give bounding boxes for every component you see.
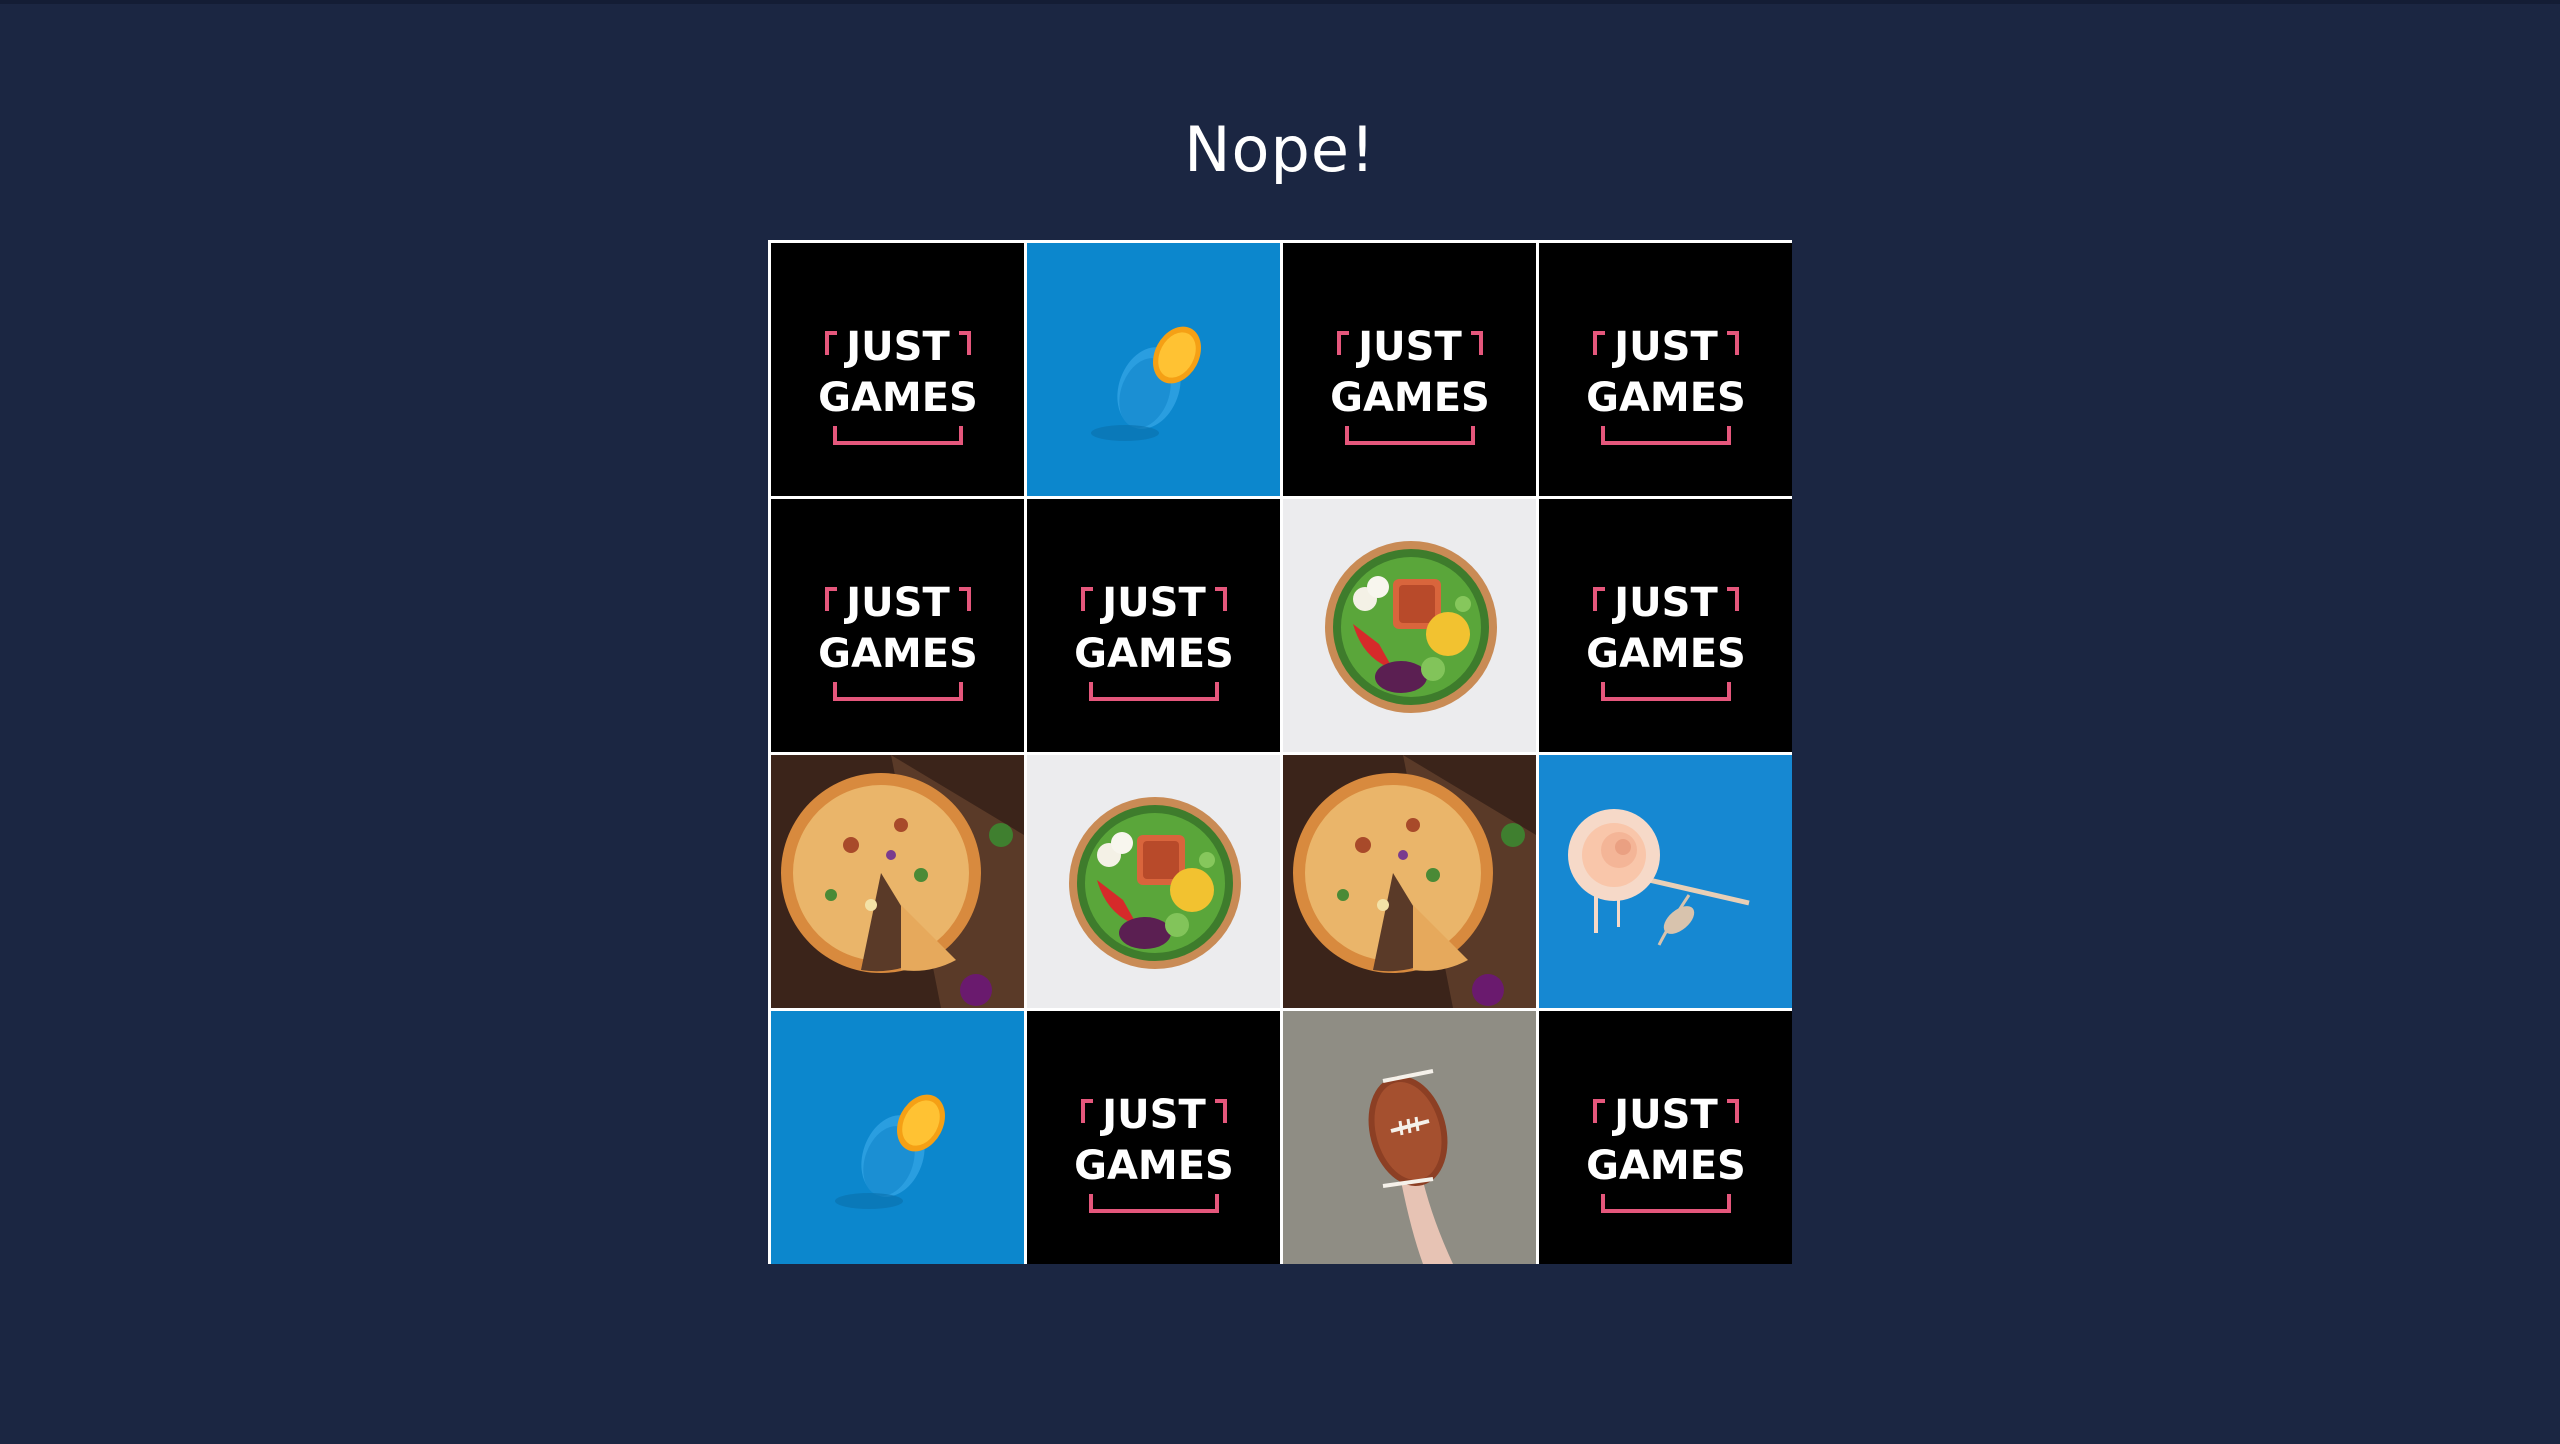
brand-line-2: GAMES <box>1330 375 1490 421</box>
top-border <box>0 0 2560 4</box>
brand-line-1: JUST <box>843 580 950 626</box>
just-games-logo-icon: JUST GAMES <box>1330 324 1490 445</box>
card-back[interactable]: JUST GAMES <box>1283 243 1536 496</box>
card-back[interactable]: JUST GAMES <box>1539 1011 1792 1264</box>
brand-line-2: GAMES <box>1586 1143 1746 1189</box>
brand-line-1: JUST <box>1099 1092 1206 1138</box>
brand-line-1: JUST <box>1611 1092 1718 1138</box>
orange-icon <box>1027 243 1280 496</box>
brand-line-2: GAMES <box>818 375 978 421</box>
brand-line-1: JUST <box>1099 580 1206 626</box>
just-games-logo-icon: JUST GAMES <box>1586 580 1746 701</box>
card-back[interactable]: JUST GAMES <box>1027 499 1280 752</box>
orange-icon <box>771 1011 1024 1264</box>
card-salad-bowl[interactable] <box>1283 499 1536 752</box>
card-football[interactable] <box>1283 1011 1536 1264</box>
just-games-logo-icon: JUST GAMES <box>818 580 978 701</box>
brand-line-1: JUST <box>843 324 950 370</box>
brand-line-1: JUST <box>1355 324 1462 370</box>
salad-bowl-icon <box>1027 755 1280 1008</box>
just-games-logo-icon: JUST GAMES <box>1586 324 1746 445</box>
just-games-logo-icon: JUST GAMES <box>1074 580 1234 701</box>
just-games-logo-icon: JUST GAMES <box>1586 1092 1746 1213</box>
salad-bowl-icon <box>1283 499 1536 752</box>
card-pizza[interactable] <box>771 755 1024 1008</box>
card-orange[interactable] <box>1027 243 1280 496</box>
brand-line-2: GAMES <box>1074 1143 1234 1189</box>
card-back[interactable]: JUST GAMES <box>771 243 1024 496</box>
card-back[interactable]: JUST GAMES <box>771 499 1024 752</box>
card-pizza[interactable] <box>1283 755 1536 1008</box>
card-rose[interactable] <box>1539 755 1792 1008</box>
pizza-icon <box>771 755 1024 1008</box>
pizza-icon <box>1283 755 1536 1008</box>
brand-line-1: JUST <box>1611 324 1718 370</box>
game-status-message: Nope! <box>1184 113 1376 186</box>
brand-line-2: GAMES <box>1586 631 1746 677</box>
just-games-logo-icon: JUST GAMES <box>1074 1092 1234 1213</box>
card-orange[interactable] <box>771 1011 1024 1264</box>
card-back[interactable]: JUST GAMES <box>1539 499 1792 752</box>
brand-line-2: GAMES <box>1074 631 1234 677</box>
just-games-logo-icon: JUST GAMES <box>818 324 978 445</box>
football-icon <box>1283 1011 1536 1264</box>
card-back[interactable]: JUST GAMES <box>1539 243 1792 496</box>
brand-line-1: JUST <box>1611 580 1718 626</box>
card-salad-bowl[interactable] <box>1027 755 1280 1008</box>
brand-line-2: GAMES <box>1586 375 1746 421</box>
brand-line-2: GAMES <box>818 631 978 677</box>
rose-icon <box>1539 755 1792 1008</box>
memory-board: JUST GAMES JUST GAMES JUST GAMES JUST GA… <box>768 240 1792 1264</box>
card-back[interactable]: JUST GAMES <box>1027 1011 1280 1264</box>
